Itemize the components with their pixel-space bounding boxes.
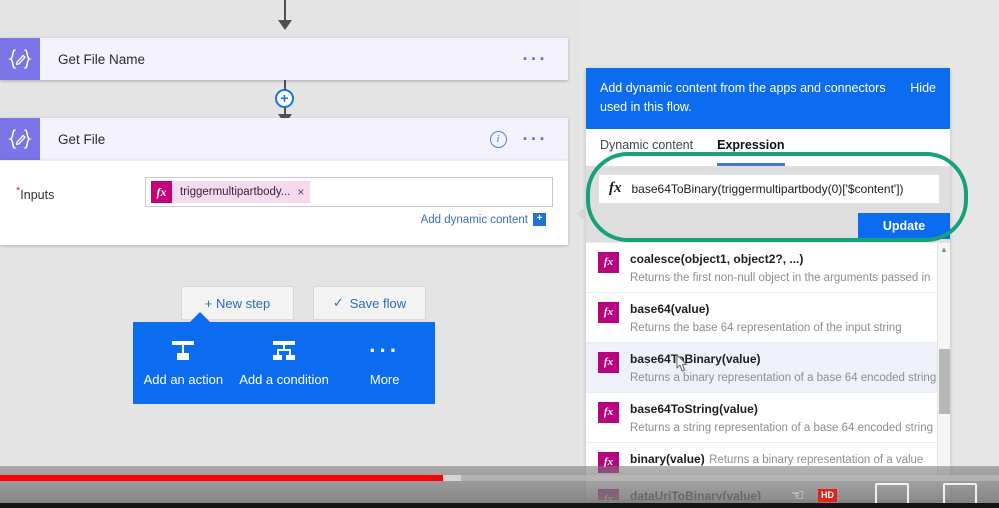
save-flow-label: Save flow: [349, 295, 407, 311]
scroll-up-icon[interactable]: ▲: [938, 243, 950, 256]
list-item[interactable]: fx base64(value) Returns the base 64 rep…: [586, 293, 950, 343]
list-item[interactable]: fx coalesce(object1, object2?, ...) Retu…: [586, 243, 950, 293]
save-flow-button[interactable]: ✓ Save flow: [313, 286, 426, 320]
video-progress-bar[interactable]: [0, 475, 999, 481]
fx-icon: fx: [598, 301, 619, 323]
tab-expression[interactable]: Expression: [717, 138, 785, 166]
add-dynamic-content-link[interactable]: Add dynamic content +: [421, 213, 546, 226]
add-an-action-label: Add an action: [143, 372, 224, 387]
function-list-scrollbar[interactable]: ▲: [937, 242, 950, 500]
close-icon[interactable]: ×: [297, 185, 304, 199]
function-text: base64(value) Returns the base 64 repres…: [630, 300, 938, 336]
action-card-get-file[interactable]: Get File i ···: [0, 118, 568, 160]
expression-value: base64ToBinary(triggermultipartbody(0)['…: [631, 181, 904, 196]
function-text: base64ToString(value) Returns a string r…: [630, 400, 938, 436]
action-card-title: Get File: [58, 131, 106, 147]
more-button[interactable]: ··· More: [334, 322, 435, 404]
function-text: coalesce(object1, object2?, ...) Returns…: [630, 250, 938, 286]
fx-icon: fx: [598, 401, 619, 423]
pointer-hand-icon: ☜: [791, 487, 805, 504]
fullscreen-button[interactable]: [943, 483, 977, 505]
player-bottom-edge: [0, 503, 999, 508]
scrollbar-thumb[interactable]: [939, 348, 950, 414]
fx-icon: fx: [598, 251, 619, 273]
function-name: base64ToBinary(value): [630, 351, 761, 366]
function-name: base64(value): [630, 301, 710, 316]
new-step-flyout: Add an action Add a condition ··· More: [133, 322, 435, 404]
tab-dynamic-content[interactable]: Dynamic content: [600, 138, 693, 166]
fx-icon: fx: [598, 351, 619, 373]
video-player-controls: ☜ HD: [0, 466, 999, 508]
add-dynamic-content-label: Add dynamic content: [420, 213, 528, 226]
card-overflow-menu-icon[interactable]: ···: [523, 130, 548, 148]
update-button[interactable]: Update: [858, 212, 950, 239]
action-card-controls: ···: [523, 38, 568, 80]
action-card-title: Get File Name: [58, 51, 146, 67]
theater-mode-button[interactable]: [875, 483, 909, 505]
expression-token-text: triggermultipartbody...: [180, 186, 291, 198]
add-a-condition-label: Add a condition: [239, 372, 329, 387]
function-name: binary(value): [630, 451, 705, 466]
inputs-label-text: Inputs: [20, 188, 55, 203]
function-description: Returns the base 64 representation of th…: [630, 321, 902, 334]
compose-icon: [0, 38, 40, 80]
connector-line-top: [284, 0, 286, 22]
panel-tabs: Dynamic content Expression: [586, 128, 950, 166]
add-condition-icon: [270, 339, 298, 363]
info-icon[interactable]: i: [489, 130, 507, 148]
function-description: Returns a binary representation of a bas…: [630, 371, 937, 384]
inputs-field-label: *Inputs: [16, 185, 54, 202]
fx-icon: fx: [609, 180, 622, 196]
add-a-condition-button[interactable]: Add a condition: [234, 322, 335, 404]
add-an-action-button[interactable]: Add an action: [133, 322, 234, 404]
action-card-controls: i ···: [489, 118, 568, 160]
hide-panel-button[interactable]: Hide: [910, 79, 936, 117]
action-card-get-file-name[interactable]: Get File Name ···: [0, 38, 568, 80]
fx-icon: fx: [151, 181, 172, 203]
panel-banner-text: Add dynamic content from the apps and co…: [600, 81, 886, 114]
more-label: More: [369, 372, 400, 387]
hd-badge: HD: [818, 489, 837, 502]
check-icon: ✓: [332, 295, 344, 310]
expression-token[interactable]: fx triggermultipartbody... ×: [151, 181, 311, 203]
expression-input[interactable]: fx base64ToBinary(triggermultipartbody(0…: [598, 173, 940, 204]
screen-root: Get File Name ··· + Get File i ··· *Inpu…: [0, 0, 999, 508]
list-item[interactable]: fx base64ToString(value) Returns a strin…: [586, 393, 950, 443]
compose-icon: [0, 118, 40, 160]
connector-arrow-top: [278, 20, 292, 30]
inputs-field[interactable]: fx triggermultipartbody... ×: [145, 177, 553, 207]
panel-collapse-caret-icon[interactable]: [577, 206, 586, 222]
function-description: Returns a binary representation of a val…: [709, 453, 924, 466]
function-name: base64ToString(value): [630, 401, 758, 416]
plus-icon[interactable]: +: [533, 213, 546, 226]
list-item[interactable]: fx base64ToBinary(value) Returns a binar…: [586, 342, 950, 393]
video-progress-played: [0, 475, 443, 481]
panel-banner: Add dynamic content from the apps and co…: [586, 68, 950, 129]
card-overflow-menu-icon[interactable]: ···: [523, 50, 548, 68]
more-dots-glyph: ···: [369, 338, 401, 363]
flow-designer-canvas: Get File Name ··· + Get File i ··· *Inpu…: [0, 0, 580, 470]
expression-editor-zone: fx base64ToBinary(triggermultipartbody(0…: [586, 165, 950, 242]
function-description: Returns the first non-null object in the…: [630, 271, 931, 284]
function-text: base64ToBinary(value) Returns a binary r…: [630, 350, 938, 386]
function-name: coalesce(object1, object2?, ...): [630, 251, 804, 266]
function-list: fx coalesce(object1, object2?, ...) Retu…: [586, 241, 950, 500]
insert-step-button[interactable]: +: [275, 89, 294, 108]
dynamic-content-panel: Add dynamic content from the apps and co…: [586, 68, 950, 500]
add-action-icon: [169, 339, 197, 363]
function-description: Returns a string representation of a bas…: [630, 421, 934, 434]
action-card-body: *Inputs fx triggermultipartbody... × Add…: [0, 160, 568, 245]
more-dots-icon: ···: [369, 339, 400, 363]
